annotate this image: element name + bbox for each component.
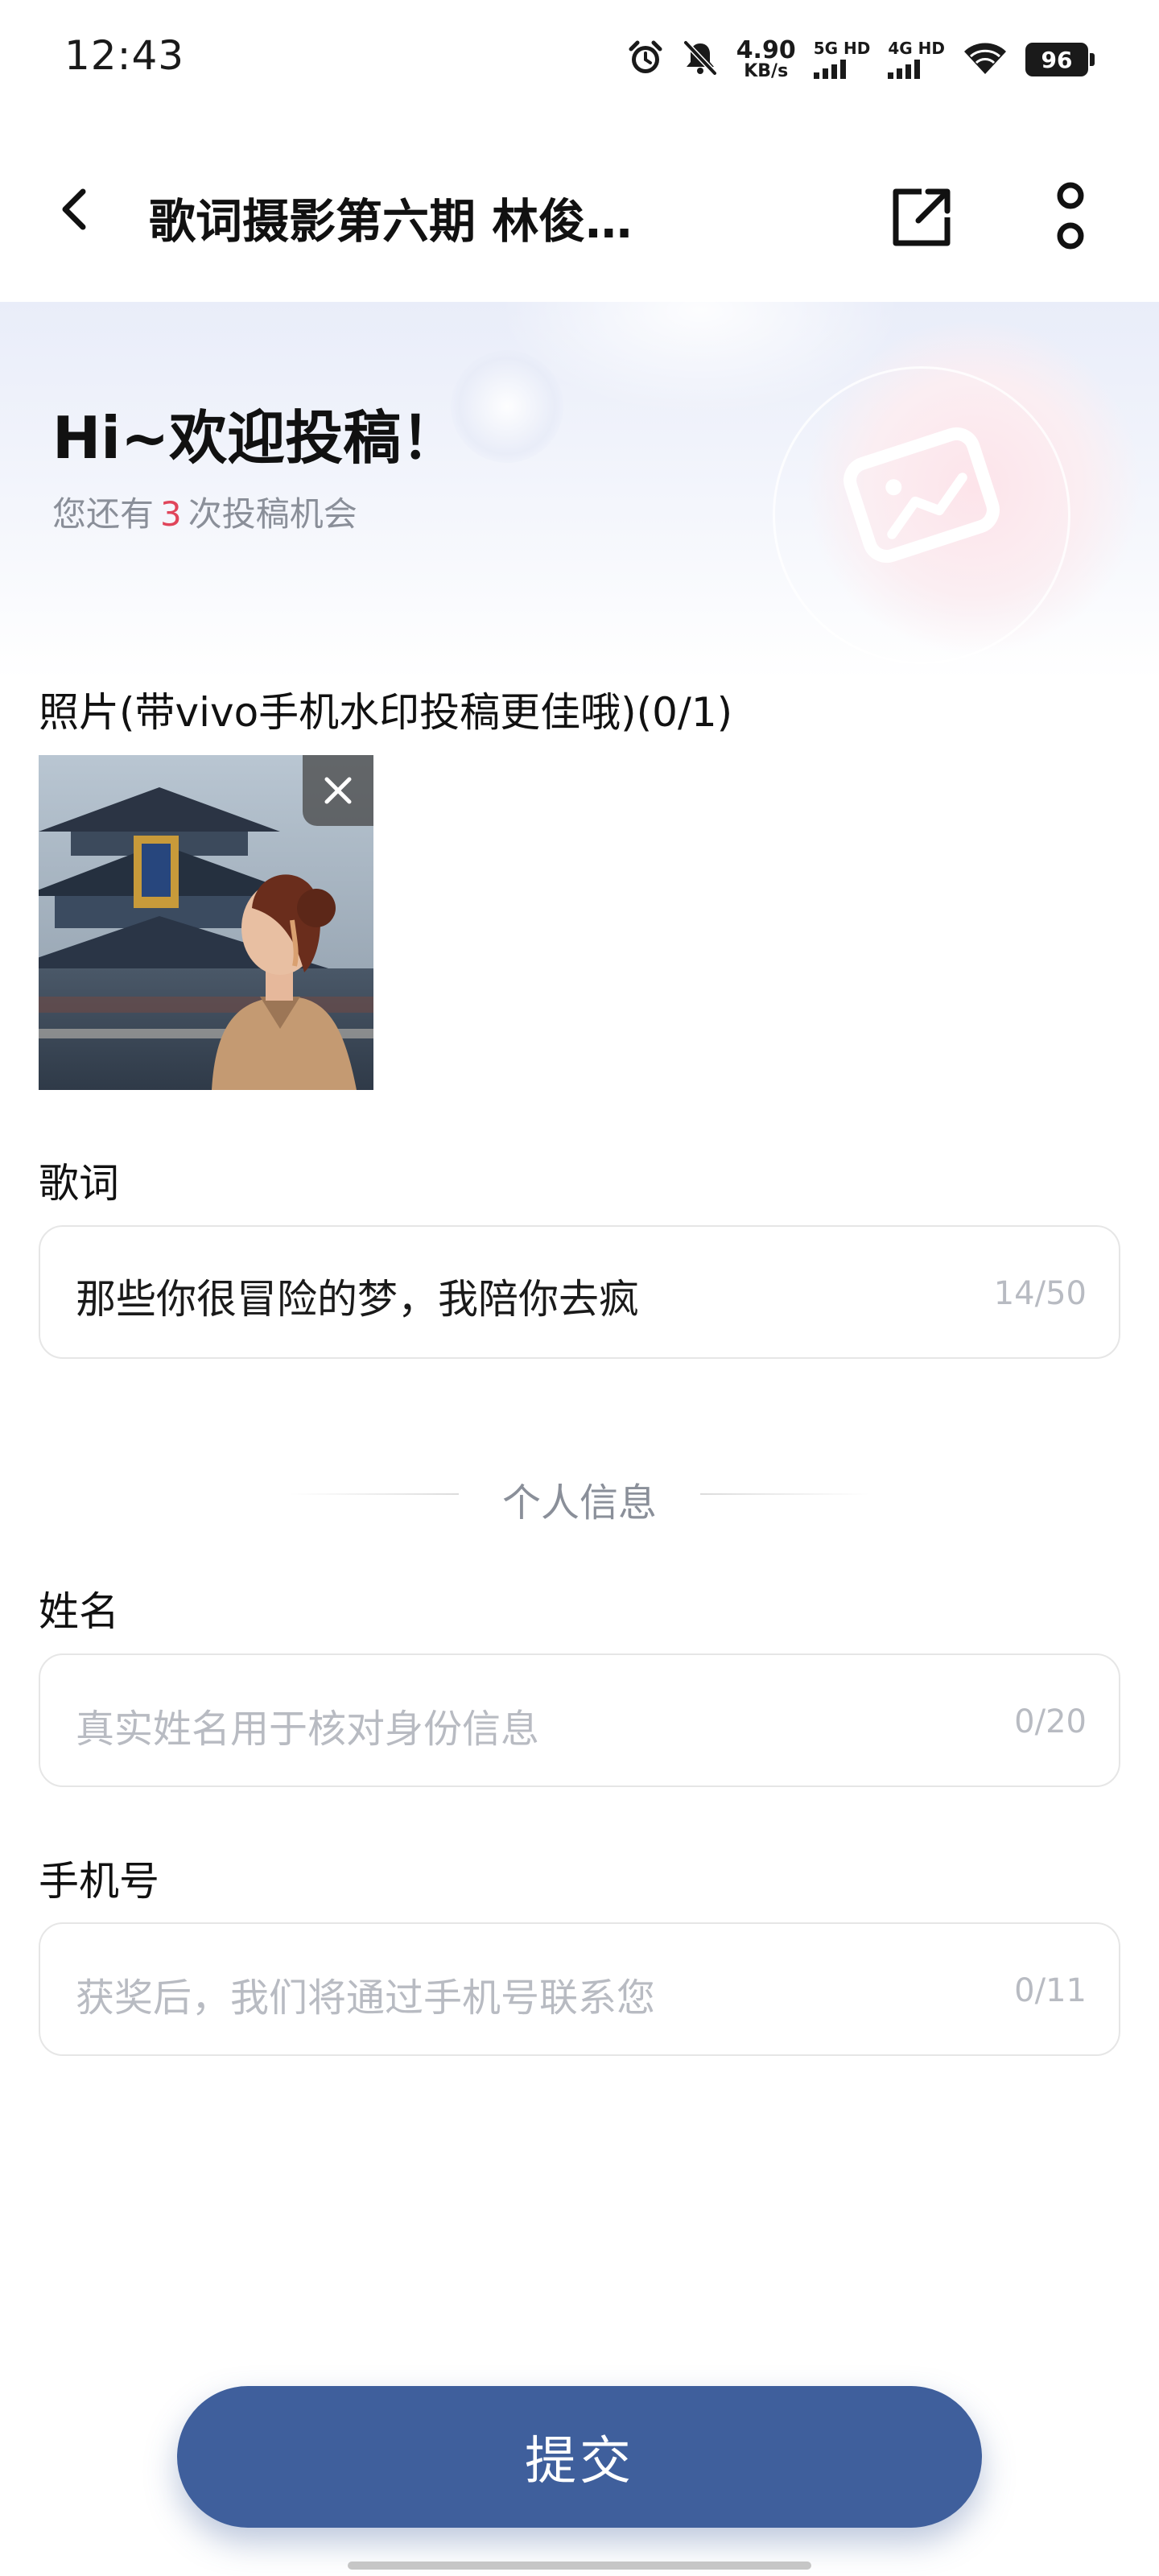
sim1-signal: 5G HD (813, 39, 871, 79)
more-button[interactable] (1030, 169, 1111, 266)
lyrics-input[interactable]: 那些你很冒险的梦，我陪你去疯 14/50 (39, 1225, 1120, 1359)
chances-suffix: 次投稿机会 (188, 494, 357, 534)
signal-icon (888, 60, 921, 79)
speed-unit: KB/s (744, 61, 789, 81)
sim1-label: 5G HD (813, 39, 871, 58)
home-indicator[interactable] (348, 2562, 811, 2570)
personal-info-divider: 个人信息 (0, 1461, 1159, 1525)
status-time: 12:43 (64, 32, 185, 79)
name-label: 姓名 (39, 1588, 119, 1635)
sim2-signal: 4G HD (888, 40, 945, 79)
alarm-icon (627, 39, 664, 80)
back-arrow-icon (62, 188, 86, 230)
back-button[interactable] (40, 173, 113, 246)
more-vertical-icon (1057, 182, 1084, 250)
speed-value: 4.90 (736, 36, 796, 64)
photo-label: 照片(带vivo手机水印投稿更佳哦)(0/1) (39, 689, 733, 736)
battery-level: 96 (1025, 43, 1088, 76)
phone-input[interactable]: 获奖后，我们将通过手机号联系您 0/11 (39, 1922, 1120, 2056)
phone-char-count: 0/11 (1014, 1972, 1087, 2009)
lyrics-char-count: 14/50 (993, 1275, 1087, 1312)
phone-placeholder: 获奖后，我们将通过手机号联系您 (76, 1975, 656, 2021)
chances-prefix: 您还有 (52, 494, 155, 534)
name-placeholder: 真实姓名用于核对身份信息 (76, 1707, 540, 1752)
divider-text: 个人信息 (501, 1480, 657, 1525)
name-char-count: 0/20 (1014, 1703, 1087, 1740)
status-bar: 12:43 4.90 KB/s 5G HD 4G HD 96 (0, 0, 1159, 121)
close-icon (324, 777, 352, 804)
signal-icon (813, 60, 846, 79)
submission-chances: 您还有 3 次投稿机会 (52, 487, 357, 536)
photo-decoration-icon (843, 427, 1000, 564)
name-input[interactable]: 真实姓名用于核对身份信息 0/20 (39, 1653, 1120, 1787)
welcome-banner: Hi~欢迎投稿！ 您还有 3 次投稿机会 (0, 302, 1159, 680)
page-title: 歌词摄影第六期 林俊… (149, 194, 633, 249)
remove-photo-button[interactable] (303, 755, 373, 826)
phone-label: 手机号 (39, 1858, 159, 1905)
battery-icon: 96 (1025, 43, 1095, 76)
chances-count: 3 (160, 494, 182, 534)
network-speed: 4.90 KB/s (736, 39, 796, 80)
wifi-icon (963, 40, 1008, 79)
nav-header: 歌词摄影第六期 林俊… (0, 121, 1159, 302)
sim2-label: 4G HD (888, 39, 945, 58)
mute-icon (682, 39, 719, 80)
share-external-icon (893, 188, 951, 246)
status-icons: 4.90 KB/s 5G HD 4G HD 96 (627, 35, 1095, 84)
lyrics-label: 歌词 (39, 1160, 119, 1207)
lyrics-value: 那些你很冒险的梦，我陪你去疯 (76, 1276, 639, 1323)
submit-button[interactable]: 提交 (177, 2386, 982, 2528)
greeting-title: Hi~欢迎投稿！ (52, 404, 460, 472)
share-button[interactable] (881, 177, 962, 258)
